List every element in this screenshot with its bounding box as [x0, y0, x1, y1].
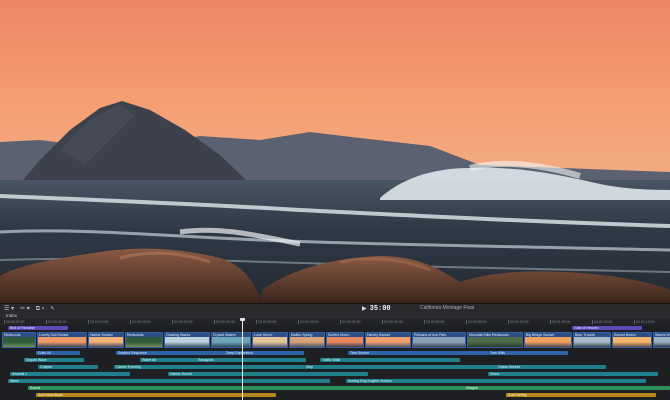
audio-clip[interactable]: Seawall 1 [10, 372, 130, 376]
clip-thumbnail [253, 337, 287, 347]
clip-thumbnail [574, 337, 610, 347]
clip-thumbnail [165, 337, 209, 347]
ruler-tick: 00:00:25:00 [214, 320, 235, 324]
audio-clip[interactable]: Shore [488, 372, 658, 376]
video-clip[interactable]: Lonely Gull Sunset [37, 332, 87, 348]
video-clip[interactable]: Sunset Beach [612, 332, 652, 348]
video-clip[interactable]: Surfers Morro [326, 332, 364, 348]
audio-clip[interactable]: Glacier Evening [114, 365, 304, 369]
audio-clip[interactable]: Surfing Dog English Version [346, 379, 646, 383]
clip-thumbnail [38, 337, 86, 347]
clip-thumbnail [366, 337, 410, 347]
video-clip[interactable]: Harbor Sunset [88, 332, 124, 348]
sound-effect-clip[interactable]: Sound [28, 386, 466, 390]
clip-thumbnail [468, 337, 522, 347]
audio-clip[interactable]: Wave [8, 379, 330, 383]
audio-clip[interactable]: Crisped [38, 365, 98, 369]
audio-clip[interactable]: Tree Mills [488, 351, 568, 355]
video-clip[interactable]: Lone Heron [252, 332, 288, 348]
clip-thumbnail [89, 337, 123, 347]
timeline-ruler[interactable]: 00:00:00:00 00:00:05:00 00:00:10:00 00:00:1… [0, 319, 670, 325]
ruler-tick: 00:00:30:00 [256, 320, 277, 324]
ruler-tick: 00:01:15:00 [634, 320, 655, 324]
audio-clip[interactable]: Traffic Walk [320, 358, 460, 362]
audio-clip[interactable]: Gulls 04 [36, 351, 80, 355]
audio-clip[interactable]: Tree Sunset [348, 351, 488, 355]
viewer-image [0, 0, 670, 303]
audio-clip[interactable]: Ocean Breeze [496, 365, 606, 369]
sound-effect-clip[interactable]: Seagull [464, 386, 670, 390]
clip-thumbnail [126, 337, 162, 347]
video-clip[interactable]: Malibu Spring [289, 332, 325, 348]
ruler-tick: 00:00:45:00 [382, 320, 403, 324]
ruler-tick: 00:00:55:00 [466, 320, 487, 324]
video-clip[interactable]: Bear Trouble [573, 332, 611, 348]
video-clip[interactable]: Big Bridge Sunset [524, 332, 572, 348]
ruler-tick: 00:00:35:00 [298, 320, 319, 324]
music-clip[interactable]: Gulf Surfing [506, 393, 656, 397]
connected-title-bar[interactable]: Gate of Heaven [572, 326, 642, 330]
video-clip[interactable]: Chasing Waves [164, 332, 210, 348]
ruler-tick: 00:00:05:00 [46, 320, 67, 324]
audio-clip[interactable]: Harbor Sound [168, 372, 368, 376]
clip-thumbnail [654, 337, 670, 347]
ruler-tick: 00:00:50:00 [424, 320, 445, 324]
clip-thumbnail [3, 337, 35, 347]
clip-thumbnail [212, 337, 250, 347]
ruler-tick: 00:01:10:00 [592, 320, 613, 324]
clip-thumbnail [413, 337, 465, 347]
audio-clip[interactable]: Deep Exploration [224, 351, 304, 355]
clip-thumbnail [613, 337, 651, 347]
playhead[interactable] [242, 319, 243, 400]
clip-thumbnail [290, 337, 324, 347]
audio-clip[interactable]: Sequel Wave [24, 358, 84, 362]
audio-clip[interactable]: Seabird Response [116, 351, 226, 355]
video-viewer[interactable] [0, 0, 670, 303]
video-clip[interactable]: Waves Wide Rock [653, 332, 670, 348]
video-clip[interactable]: Redwoods [125, 332, 163, 348]
video-clip[interactable]: Harvey Sunset [365, 332, 411, 348]
ruler-tick: 00:01:00:00 [508, 320, 529, 324]
video-clip[interactable]: Redwoods [2, 332, 36, 348]
ruler-tick: 00:00:40:00 [340, 320, 361, 324]
ruler-tick: 00:00:00:00 [4, 320, 25, 324]
clip-thumbnail [525, 337, 571, 347]
music-clip[interactable]: Surf Heat Wave [36, 393, 276, 397]
play-icon[interactable]: ▶ [362, 305, 367, 312]
index-button[interactable]: Index [6, 312, 17, 319]
ruler-tick: 00:00:20:00 [172, 320, 193, 324]
connected-title-bar[interactable]: Bird of Paradise [8, 326, 68, 330]
clip-thumbnail [327, 337, 363, 347]
audio-clip[interactable]: Ravagulls [196, 358, 306, 362]
ruler-tick: 00:00:15:00 [130, 320, 151, 324]
video-clip[interactable]: Crystal Waters [211, 332, 251, 348]
timeline[interactable]: Index 00:00:00:00 00:00:05:00 00:00:10:00 0… [0, 312, 670, 400]
ruler-tick: 00:00:10:00 [88, 320, 109, 324]
video-clip[interactable]: Mountain Bike Redwoods [467, 332, 523, 348]
ruler-tick: 00:01:05:00 [550, 320, 571, 324]
video-clip[interactable]: Pelicans of Iron Park [412, 332, 466, 348]
